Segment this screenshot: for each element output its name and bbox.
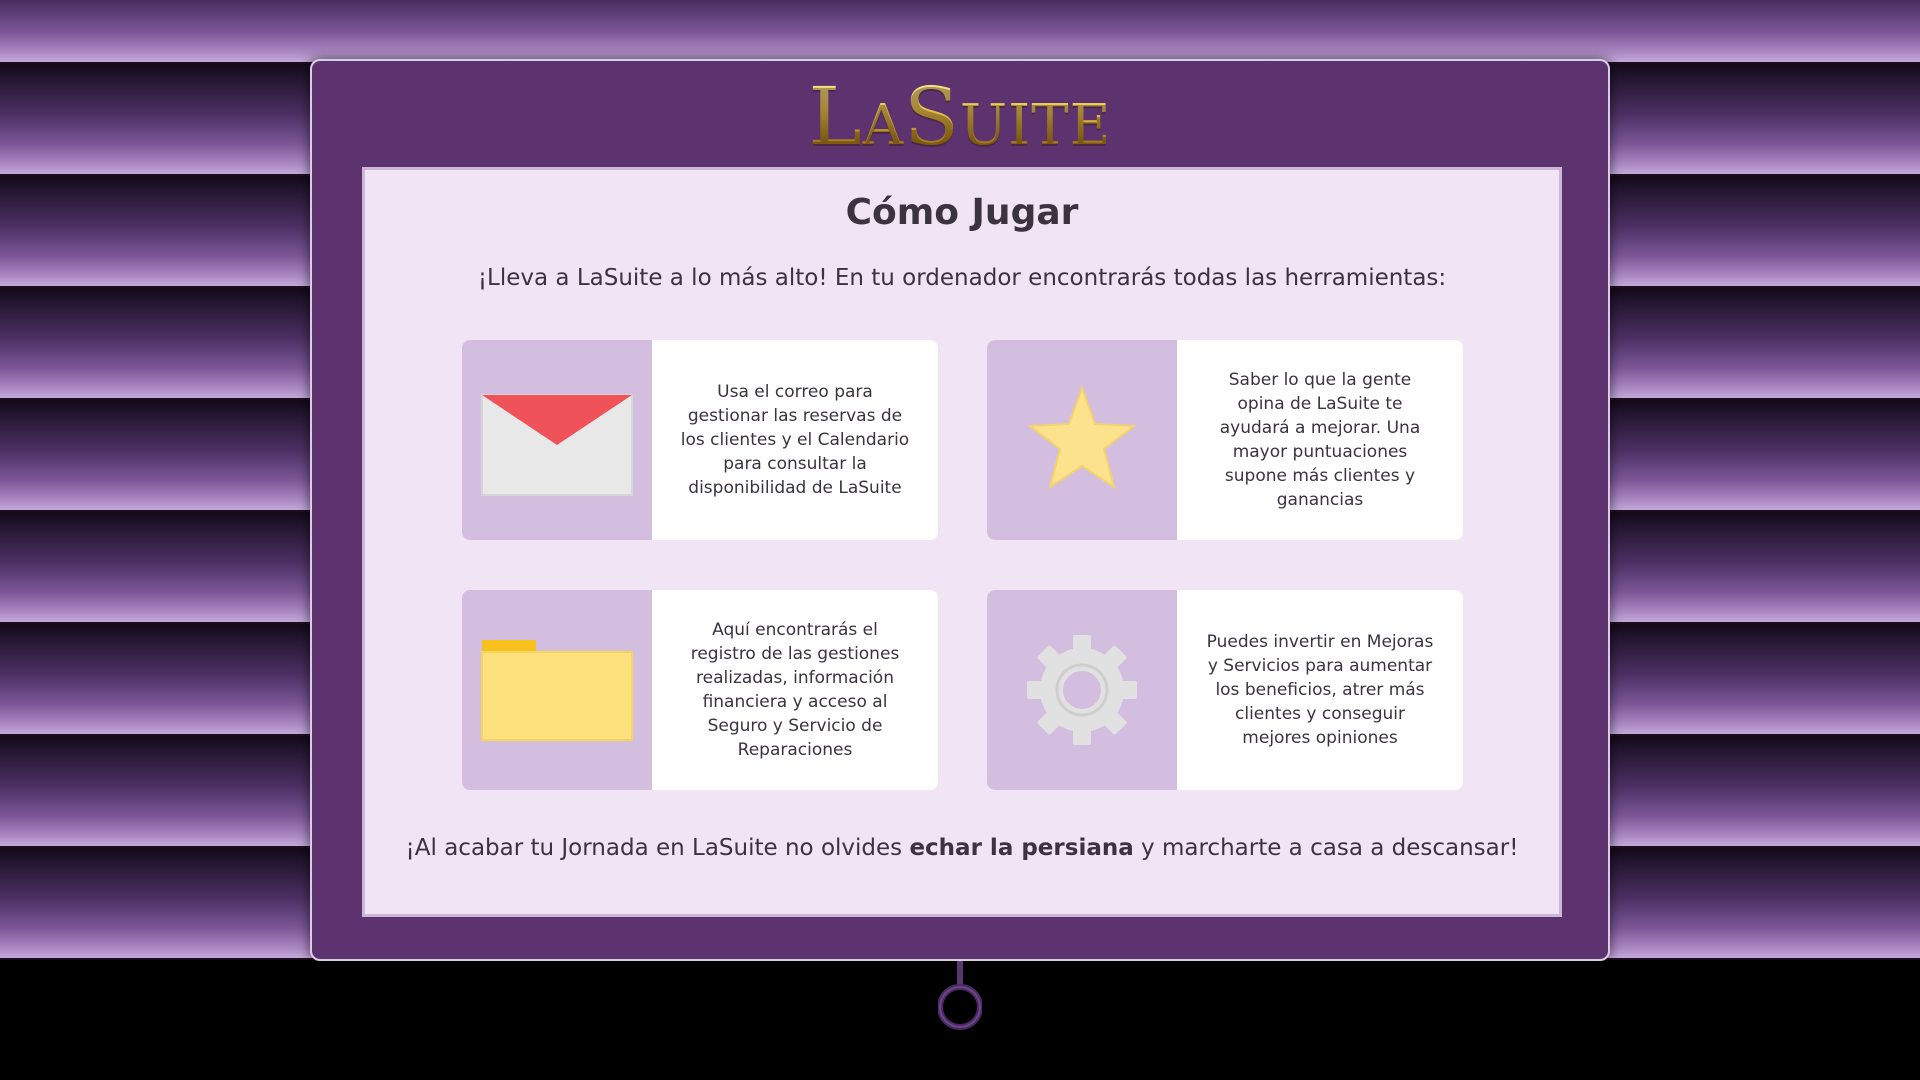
intro-text: ¡Lleva a LaSuite a lo más alto! En tu or…	[477, 265, 1447, 291]
records-icon-box	[462, 590, 652, 790]
folder-icon	[481, 640, 633, 741]
records-card: Aquí encontrarás el registro de las gest…	[462, 590, 938, 790]
close-blind-hint: echar la persiana	[909, 835, 1134, 861]
upgrades-icon-box	[987, 590, 1177, 790]
blind-pull-ring[interactable]	[938, 961, 982, 1033]
records-card-text: Aquí encontrarás el registro de las gest…	[690, 620, 900, 760]
closing-tip-start: ¡Al acabar tu Jornada en LaSuite no olvi…	[405, 835, 910, 861]
blind-slat	[0, 0, 1920, 64]
reviews-icon-box	[987, 340, 1177, 540]
reviews-card-text: Saber lo que la gente opina de LaSuite t…	[1219, 370, 1421, 510]
closing-tip-end: y marcharte a casa a descansar!	[1133, 835, 1519, 861]
mail-icon-box	[462, 340, 652, 540]
star-icon	[1027, 385, 1137, 490]
instructions-content: Cómo Jugar ¡Lleva a LaSuite a lo más alt…	[362, 167, 1562, 917]
closing-tip: ¡Al acabar tu Jornada en LaSuite no olvi…	[365, 835, 1559, 861]
gear-icon	[1027, 635, 1137, 745]
game-screen: LaSuite Cómo Jugar ¡Lleva a LaSuite a lo…	[0, 0, 1920, 1080]
lasuite-logo: LaSuite	[312, 67, 1608, 167]
how-to-play-panel: LaSuite Cómo Jugar ¡Lleva a LaSuite a lo…	[310, 59, 1610, 961]
mail-card-text: Usa el correo para gestionar las reserva…	[680, 382, 910, 498]
envelope-icon	[481, 394, 633, 496]
page-title: Cómo Jugar	[845, 192, 1079, 233]
reviews-card: Saber lo que la gente opina de LaSuite t…	[987, 340, 1463, 540]
upgrades-card: Puedes invertir en Mejoras y Servicios p…	[987, 590, 1463, 790]
mail-card: Usa el correo para gestionar las reserva…	[462, 340, 938, 540]
upgrades-card-text: Puedes invertir en Mejoras y Servicios p…	[1206, 632, 1434, 748]
